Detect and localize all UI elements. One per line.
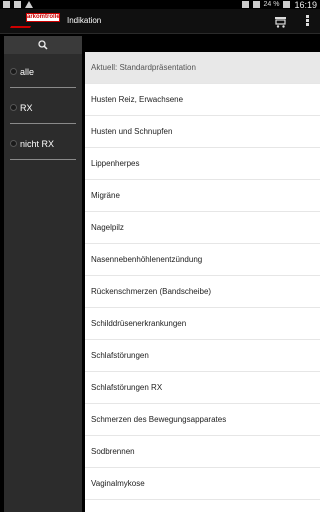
status-bar: 24 % 16:19 <box>0 0 320 10</box>
list-item[interactable]: Sodbrennen <box>85 436 320 468</box>
status-right: 24 % 16:19 <box>241 0 317 10</box>
cart-button[interactable] <box>274 15 288 28</box>
logo-swoosh <box>9 21 35 28</box>
list-item-label: Migräne <box>91 191 120 200</box>
action-bar: arkomtrolle Indikation <box>0 9 320 34</box>
filter-option-alle[interactable]: alle <box>10 56 76 88</box>
filter-option-rx[interactable]: RX <box>10 92 76 124</box>
list-item[interactable]: Husten und Schnupfen <box>85 116 320 148</box>
list-item-label: Schlafstörungen <box>91 351 149 360</box>
list-item[interactable]: Lippenherpes <box>85 148 320 180</box>
battery-icon <box>283 1 291 8</box>
logo-text: arkomtrolle <box>26 13 60 22</box>
list-item-label: Schilddrüsenerkrankungen <box>91 319 187 328</box>
status-left <box>3 0 33 9</box>
filter-label: RX <box>20 103 33 113</box>
list-item-label: Nasennebenhöhlenentzündung <box>91 255 203 264</box>
list-item[interactable]: Schlafstörungen <box>85 340 320 372</box>
search-button[interactable] <box>4 36 82 54</box>
app-logo[interactable]: arkomtrolle <box>9 13 62 29</box>
radio-button[interactable] <box>10 104 17 111</box>
list-item-label: Husten Reiz, Erwachsene <box>91 95 184 104</box>
current-presentation-label: Aktuell: Standardpräsentation <box>91 63 196 72</box>
list-item[interactable]: Schilddrüsenerkrankungen <box>85 308 320 340</box>
list-item[interactable]: Husten Reiz, Erwachsene <box>85 84 320 116</box>
overflow-dot-icon <box>305 19 309 22</box>
overflow-dot-icon <box>305 23 309 26</box>
list-item-label: Husten und Schnupfen <box>91 127 173 136</box>
overflow-dot-icon <box>305 15 309 18</box>
cart-icon <box>275 17 286 28</box>
page-title: Indikation <box>67 16 102 25</box>
list-item-label: Nagelpilz <box>91 223 124 232</box>
warning-icon <box>25 1 33 8</box>
list-item-label: Sodbrennen <box>91 447 135 456</box>
list-item-label: Vaginalmykose <box>91 479 145 488</box>
list-item[interactable]: Rückenschmerzen (Bandscheibe) <box>85 276 320 308</box>
download-icon <box>14 1 21 8</box>
wifi-icon <box>252 1 260 8</box>
filter-sidebar: alle RX nicht RX <box>4 36 82 512</box>
list-item-label: Rückenschmerzen (Bandscheibe) <box>91 287 212 296</box>
list-item[interactable]: Nasennebenhöhlenentzündung <box>85 244 320 276</box>
list-item[interactable]: Vaginalmykose <box>85 468 320 500</box>
battery-percentage: 24 % <box>263 1 280 8</box>
overflow-menu-button[interactable] <box>302 14 312 28</box>
filter-option-nicht-rx[interactable]: nicht RX <box>10 128 76 160</box>
list-item-label: Schmerzen des Bewegungsapparates <box>91 415 227 424</box>
indication-list: Aktuell: Standardpräsentation Husten Rei… <box>85 52 320 512</box>
radio-button[interactable] <box>10 68 17 75</box>
radio-button[interactable] <box>10 140 17 147</box>
filter-label: alle <box>20 67 35 77</box>
list-item[interactable]: Schlafstörungen RX <box>85 372 320 404</box>
list-item[interactable]: Migräne <box>85 180 320 212</box>
current-presentation-row[interactable]: Aktuell: Standardpräsentation <box>85 52 320 84</box>
list-item-label: Schlafstörungen RX <box>91 383 163 392</box>
list-item[interactable]: Nagelpilz <box>85 212 320 244</box>
notification-icon <box>3 1 10 8</box>
list-item[interactable]: Schmerzen des Bewegungsapparates <box>85 404 320 436</box>
list-item-label: Lippenherpes <box>91 159 140 168</box>
filter-label: nicht RX <box>20 139 55 149</box>
search-icon <box>38 40 48 50</box>
bluetooth-icon <box>241 1 249 8</box>
